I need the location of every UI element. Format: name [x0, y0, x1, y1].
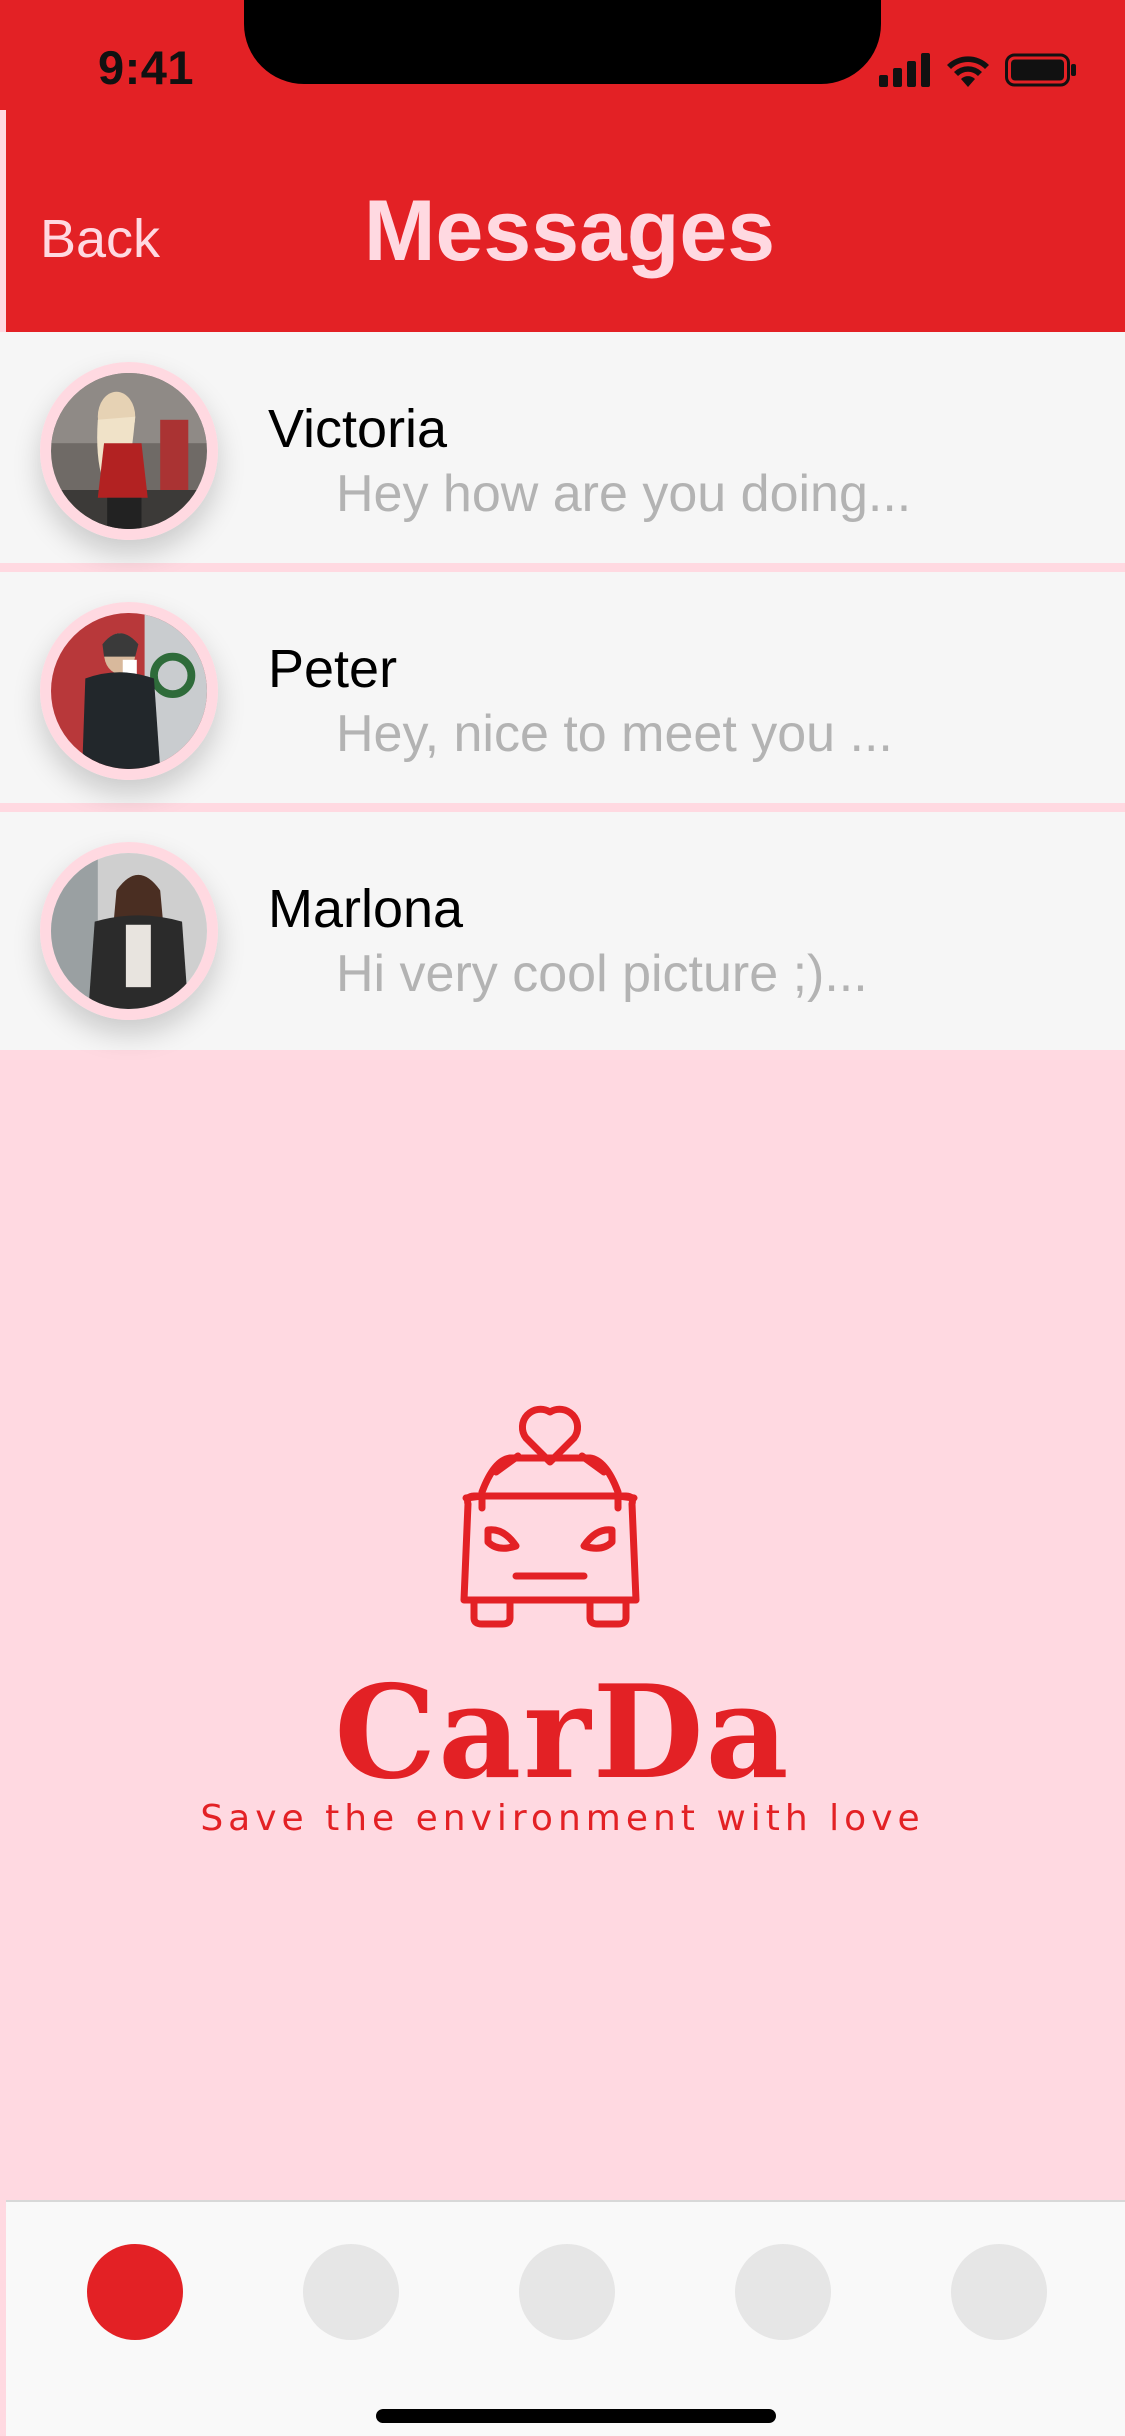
avatar: [40, 362, 218, 540]
brand-logo: CarDa Save the environment with love: [0, 1400, 1125, 1860]
contact-name: Peter: [268, 639, 398, 699]
tab-2[interactable]: [303, 2244, 399, 2340]
avatar: [40, 602, 218, 780]
message-preview: Hey how are you doing...: [336, 465, 912, 523]
contact-name: Marlona: [268, 879, 464, 939]
conversation-item-marlona[interactable]: Marlona Hi very cool picture ;)...: [0, 812, 1125, 1050]
status-icons: [879, 50, 1077, 90]
avatar-photo-marlona: [51, 853, 207, 1009]
device-notch: [244, 0, 881, 84]
page-title-text: Messages: [363, 183, 776, 279]
page-title: Messages: [6, 182, 1125, 281]
tab-1[interactable]: [87, 2244, 183, 2340]
signal-icon: [879, 53, 930, 87]
message-preview: Hey, nice to meet you ...: [336, 705, 893, 763]
home-indicator[interactable]: [376, 2409, 776, 2423]
tab-bar: [6, 2200, 1125, 2436]
tab-4[interactable]: [735, 2244, 831, 2340]
tab-5[interactable]: [951, 2244, 1047, 2340]
wifi-icon: [947, 56, 989, 87]
avatar-photo-victoria: [51, 373, 207, 529]
status-bar: 9:41: [0, 0, 1125, 110]
status-time: 9:41: [98, 41, 195, 94]
nav-header: Back Messages: [6, 110, 1125, 332]
avatar-photo-peter: [51, 613, 207, 769]
contact-name: Victoria: [268, 399, 448, 459]
conversation-item-peter[interactable]: Peter Hey, nice to meet you ...: [0, 572, 1125, 812]
avatar: [40, 842, 218, 1020]
brand-name: CarDa: [334, 1658, 791, 1808]
brand-tagline: Save the environment with love: [200, 1798, 925, 1839]
conversation-item-victoria[interactable]: Victoria Hey how are you doing...: [0, 332, 1125, 572]
car-heart-icon: [460, 1405, 640, 1628]
conversation-list: Victoria Hey how are you doing... Peter …: [0, 332, 1125, 1050]
battery-icon: [1005, 53, 1076, 87]
message-preview: Hi very cool picture ;)...: [336, 945, 868, 1003]
tab-3[interactable]: [519, 2244, 615, 2340]
